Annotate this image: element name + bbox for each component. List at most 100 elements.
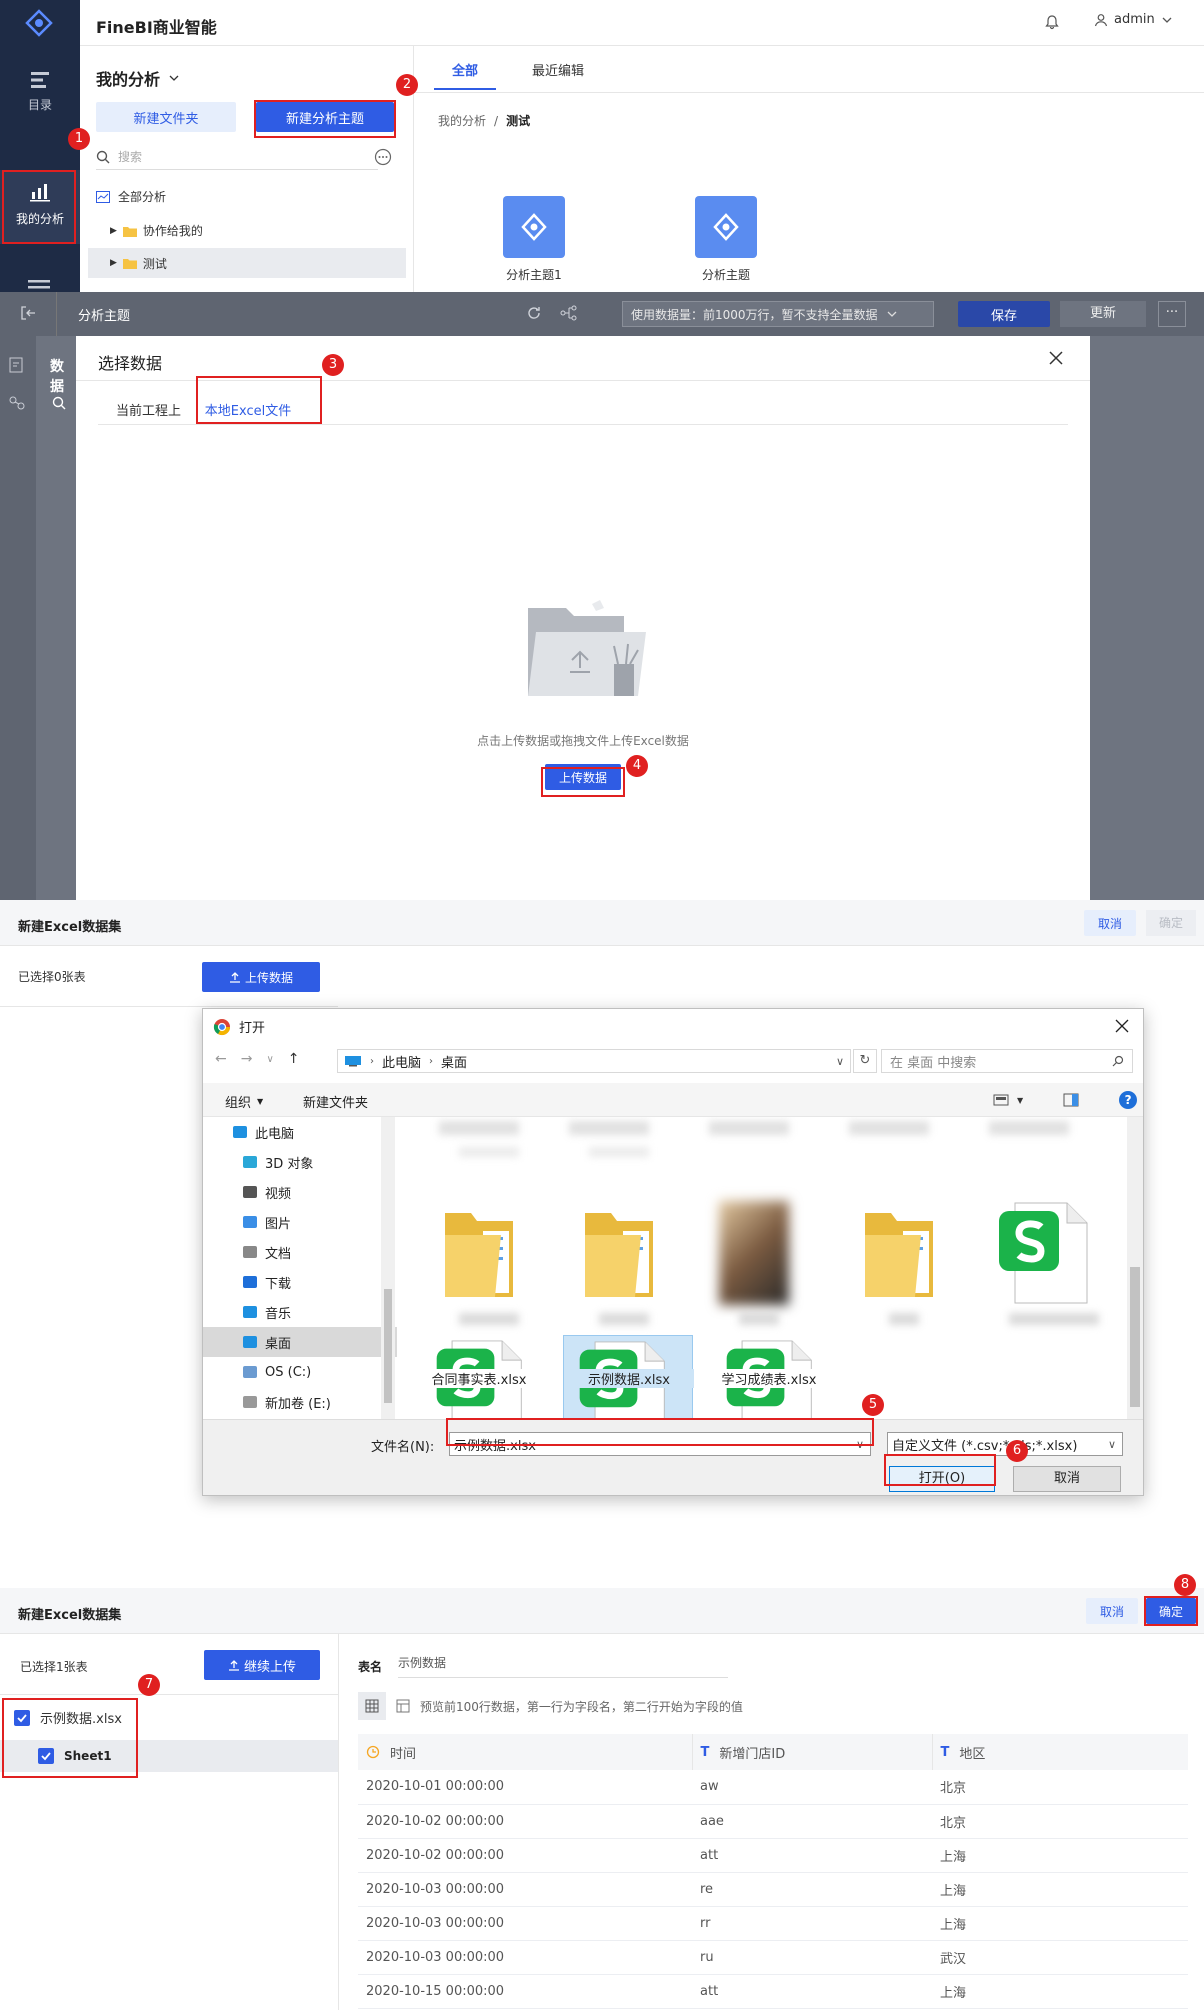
folder-item[interactable] xyxy=(439,1205,519,1305)
organize-menu[interactable]: 组织 ▼ xyxy=(225,1092,263,1111)
path-segment[interactable]: 桌面 xyxy=(441,1052,467,1071)
nav-item[interactable]: OS (C:) xyxy=(203,1357,397,1387)
nav-item-label: 桌面 xyxy=(265,1336,292,1352)
edit-icon[interactable] xyxy=(8,356,26,374)
clock-icon xyxy=(366,1745,380,1759)
upload-data-button[interactable]: 上传数据 xyxy=(202,962,320,992)
more-button[interactable]: ··· xyxy=(1158,301,1186,327)
file-scrollbar[interactable] xyxy=(1127,1117,1143,1419)
column-header[interactable]: T 新增门店ID xyxy=(692,1734,933,1770)
user-menu[interactable]: admin xyxy=(1094,12,1173,27)
help-icon[interactable]: ? xyxy=(1119,1091,1138,1109)
folder-item[interactable] xyxy=(859,1205,939,1305)
nav-buttons: ← → ∨ ↑ xyxy=(215,1051,300,1067)
tree-item-test[interactable]: ▶ 测试 xyxy=(88,248,406,278)
cancel-button[interactable]: 取消 xyxy=(1084,910,1136,936)
top-bar: FineBI商业智能 admin xyxy=(0,0,1204,46)
filetype-select[interactable]: 自定义文件 (*.csv;*.xls;*.xlsx) ∨ xyxy=(887,1432,1123,1456)
folder-item[interactable] xyxy=(579,1205,659,1305)
layout-icon[interactable] xyxy=(396,1699,410,1713)
nav-item[interactable]: 桌面 xyxy=(203,1327,397,1357)
chevron-down-icon: ∨ xyxy=(1107,1437,1116,1451)
table-name-input[interactable]: 示例数据 xyxy=(398,1654,729,1678)
preview-table: 时间 T 新增门店ID T 地区 2020-10-01 00:00:00 aw … xyxy=(358,1734,1188,2009)
tree-item-all[interactable]: 全部分析 xyxy=(96,188,166,205)
nav-scrollbar[interactable] xyxy=(381,1117,395,1419)
column-header-label: 新增门店ID xyxy=(719,1746,786,1762)
exit-icon[interactable] xyxy=(20,305,36,321)
drive-folder-icon xyxy=(233,1126,247,1138)
nav-item[interactable]: 视频 xyxy=(203,1177,397,1207)
nav-item[interactable]: 音乐 xyxy=(203,1297,397,1327)
subject-card-2[interactable]: 分析主题 xyxy=(684,196,768,283)
step-badge-4: 4 xyxy=(626,755,648,777)
table-name-label: 表名 xyxy=(358,1659,383,1674)
subject-card-1[interactable]: 分析主题1 xyxy=(492,196,576,283)
cancel-button[interactable]: 取消 xyxy=(1086,1598,1138,1624)
dialog-title: 打开 xyxy=(239,1021,266,1036)
sidebar-item-catalog[interactable]: 目录 xyxy=(0,70,80,113)
grid-view-icon[interactable] xyxy=(358,1692,386,1720)
close-icon[interactable] xyxy=(1115,1019,1129,1033)
column-header[interactable]: T 地区 xyxy=(932,1734,1188,1770)
refresh-icon[interactable]: ↻ xyxy=(853,1049,877,1073)
lineage-icon[interactable] xyxy=(560,305,578,321)
back-arrow-icon[interactable]: ← xyxy=(215,1051,227,1067)
file-dialog-section: 新建Excel数据集 取消 确定 已选择0张表 上传数据 打开 ← → ∨ ↑ … xyxy=(0,900,1204,1588)
sheet-file-item[interactable] xyxy=(995,1201,1095,1305)
forward-arrow-icon[interactable]: → xyxy=(241,1051,253,1067)
tab-recent[interactable]: 最近编辑 xyxy=(518,60,598,90)
bell-icon[interactable] xyxy=(1044,14,1060,30)
more-options-icon[interactable] xyxy=(374,148,392,166)
table-row: 2020-10-03 00:00:00 ru 武汉 xyxy=(358,1940,1188,1975)
tab-current-project[interactable]: 当前工程上 xyxy=(116,400,181,419)
selected-count: 已选择0张表 xyxy=(18,970,86,984)
table-cell: 北京 xyxy=(932,1770,1188,1805)
side-strip xyxy=(0,336,36,900)
chevron-down-icon[interactable]: ∨ xyxy=(836,1055,844,1068)
view-mode-button[interactable]: ▼ xyxy=(993,1093,1023,1107)
link-icon[interactable] xyxy=(8,394,26,412)
address-bar[interactable]: › 此电脑 › 桌面 ∨ xyxy=(337,1049,851,1073)
table-row: 2020-10-03 00:00:00 rr 上海 xyxy=(358,1906,1188,1941)
path-segment[interactable]: 此电脑 xyxy=(382,1052,421,1071)
new-folder-button[interactable]: 新建文件夹 xyxy=(303,1092,368,1111)
highlight-box-7 xyxy=(2,1698,138,1778)
tab-all[interactable]: 全部 xyxy=(434,60,496,90)
up-arrow-icon[interactable]: ↑ xyxy=(288,1051,300,1067)
column-header[interactable]: 时间 xyxy=(358,1734,693,1770)
save-button[interactable]: 保存 xyxy=(958,301,1050,327)
table-cell: att xyxy=(692,1974,932,2009)
refresh-icon[interactable] xyxy=(526,305,542,321)
search-input[interactable]: 在 桌面 中搜索 xyxy=(881,1049,1133,1073)
breadcrumb-root[interactable]: 我的分析 xyxy=(438,112,486,129)
new-folder-button[interactable]: 新建文件夹 xyxy=(96,102,236,132)
nav-item-label: OS (C:) xyxy=(265,1364,312,1380)
nav-item[interactable]: 3D 对象 xyxy=(203,1147,397,1177)
nav-item[interactable]: 新加卷 (E:) xyxy=(203,1387,397,1417)
dataset-header: 新建Excel数据集 取消 确定 xyxy=(0,1588,1204,1634)
nav-item[interactable]: 下载 xyxy=(203,1267,397,1297)
step-badge-6: 6 xyxy=(1006,1440,1028,1462)
close-icon[interactable] xyxy=(1048,350,1064,366)
update-button[interactable]: 更新 xyxy=(1060,301,1146,327)
table-cell: 上海 xyxy=(932,1838,1188,1873)
preview-pane-icon[interactable] xyxy=(1063,1093,1079,1107)
command-bar: 组织 ▼ 新建文件夹 ▼ ? xyxy=(203,1083,1143,1117)
confirm-button-disabled[interactable]: 确定 xyxy=(1146,910,1196,936)
search-input[interactable]: 搜索 xyxy=(96,144,378,170)
nav-item[interactable]: 文档 xyxy=(203,1237,397,1267)
table-row: 2020-10-02 00:00:00 att 上海 xyxy=(358,1838,1188,1873)
tree-item-shared[interactable]: ▶ 协作给我的 xyxy=(110,222,203,239)
nav-item[interactable]: 此电脑 xyxy=(203,1117,397,1147)
nav-item[interactable]: 图片 xyxy=(203,1207,397,1237)
spreadsheet-icon xyxy=(999,1202,1088,1304)
caret-down-icon: ▼ xyxy=(257,1097,264,1106)
panel-title[interactable]: 我的分析 xyxy=(96,66,180,90)
data-limit-select[interactable]: 使用数据量：前1000万行，暂不支持全量数据 xyxy=(622,301,934,327)
continue-upload-button[interactable]: 继续上传 xyxy=(204,1650,320,1680)
recent-chevron-icon[interactable]: ∨ xyxy=(266,1054,273,1065)
search-icon xyxy=(1112,1055,1124,1067)
file-cancel-button[interactable]: 取消 xyxy=(1013,1466,1121,1492)
search-icon[interactable] xyxy=(52,396,66,410)
